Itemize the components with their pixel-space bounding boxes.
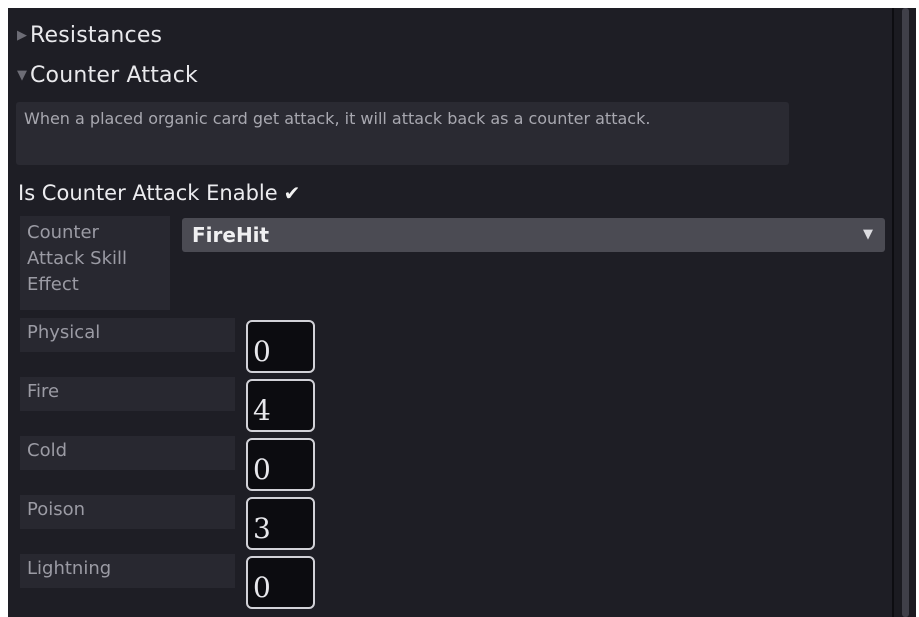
checkmark-icon[interactable]: ✔ [284, 181, 301, 205]
skill-effect-dropdown[interactable]: FireHit ▼ [182, 218, 885, 252]
foldout-counter-attack-label: Counter Attack [30, 62, 198, 88]
dropdown-arrow-icon[interactable]: ▼ [863, 227, 873, 242]
cold-input[interactable]: 0 [246, 438, 315, 491]
skill-effect-selected: FireHit [192, 223, 270, 247]
counter-attack-toggle-label: Is Counter Attack Enable [18, 181, 278, 205]
skill-effect-label-line-3: Effect [27, 274, 79, 295]
counter-attack-description: When a placed organic card get attack, i… [16, 102, 789, 165]
counter-attack-toggle[interactable]: Is Counter Attack Enable ✔ [18, 178, 300, 208]
cold-label: Cold [20, 436, 235, 470]
fire-input[interactable]: 4 [246, 379, 315, 432]
lightning-label: Lightning [20, 554, 235, 588]
foldout-resistances-label: Resistances [30, 22, 163, 48]
foldout-counter-attack[interactable]: ▼ Counter Attack [8, 58, 198, 92]
skill-effect-label-line-1: Counter [27, 222, 99, 243]
lightning-input[interactable]: 0 [246, 556, 315, 609]
physical-input[interactable]: 0 [246, 320, 315, 373]
skill-effect-label: Counter Attack Skill Effect [20, 216, 170, 310]
collapsed-arrow-icon[interactable]: ▶ [8, 28, 30, 43]
expanded-arrow-icon[interactable]: ▼ [8, 68, 30, 83]
inspector-panel: ▶ Resistances ▼ Counter Attack When a pl… [8, 8, 892, 617]
physical-label: Physical [20, 318, 235, 352]
poison-input[interactable]: 3 [246, 497, 315, 550]
scrollbar-thumb[interactable] [902, 8, 909, 617]
skill-effect-label-line-2: Attack Skill [27, 248, 128, 269]
poison-label: Poison [20, 495, 235, 529]
vertical-scrollbar[interactable] [892, 8, 916, 617]
foldout-resistances[interactable]: ▶ Resistances [8, 18, 162, 52]
fire-label: Fire [20, 377, 235, 411]
